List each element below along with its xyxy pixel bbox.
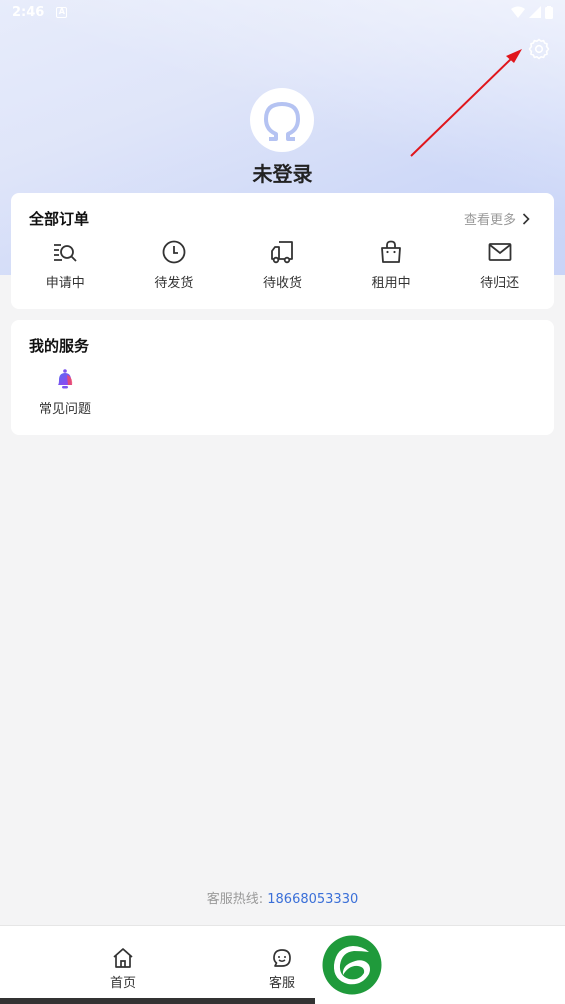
bottom-tab-bar: 首页 客服 [0, 925, 565, 1004]
order-status-label: 待归还 [480, 276, 520, 291]
order-status-label: 待收货 [262, 276, 302, 291]
service-hotline: 客服热线: 18668053330 [0, 888, 565, 907]
order-status-label: 待发货 [154, 276, 194, 291]
bag-icon [381, 240, 401, 263]
status-time: 2:46 [12, 4, 45, 20]
bell-icon [58, 369, 73, 389]
tab-home[interactable]: 首页 [93, 946, 153, 991]
order-status-to-return[interactable]: 待归还 [445, 239, 554, 291]
hotline-number[interactable]: 18668053330 [267, 892, 358, 907]
order-status-renting[interactable]: 租用中 [337, 239, 446, 291]
chevron-right-icon [522, 212, 530, 225]
service-faq[interactable]: 常见问题 [35, 368, 95, 417]
home-indicator-bar [0, 998, 315, 1004]
tab-home-label: 首页 [109, 976, 136, 991]
status-icons [511, 5, 553, 19]
gear-icon [528, 38, 550, 60]
home-icon [113, 948, 133, 968]
view-more-label: 查看更多 [463, 213, 516, 228]
hotline-label: 客服热线: [206, 892, 264, 907]
username[interactable]: 未登录 [0, 158, 565, 187]
list-search-icon [54, 244, 77, 262]
order-status-list: 申请中 待发货 待收货 租用中 待归还 [11, 239, 554, 291]
notification-icon: A [56, 6, 68, 18]
orders-title: 全部订单 [29, 210, 90, 228]
signal-icon [529, 6, 541, 18]
service-faq-label: 常见问题 [38, 402, 91, 417]
app-logo[interactable] [322, 935, 382, 995]
tab-customer-service[interactable]: 客服 [252, 946, 312, 991]
status-bar: 2:46 A [0, 0, 565, 24]
order-status-label: 租用中 [371, 276, 411, 291]
order-status-to-receive[interactable]: 待收货 [228, 239, 337, 291]
mail-icon [488, 243, 512, 261]
wifi-icon [511, 6, 525, 18]
order-status-label: 申请中 [45, 276, 85, 291]
truck-icon [271, 241, 294, 264]
clock-icon [162, 240, 186, 264]
view-more-link[interactable]: 查看更多 [464, 209, 530, 228]
battery-icon [545, 5, 553, 19]
order-status-to-ship[interactable]: 待发货 [120, 239, 229, 291]
avatar[interactable] [250, 88, 314, 152]
user-icon [264, 102, 300, 141]
order-status-applying[interactable]: 申请中 [11, 239, 120, 291]
services-title: 我的服务 [29, 337, 90, 355]
orders-card: 全部订单 查看更多 申请中 待发货 待收货 租用中 待归还 [11, 193, 554, 309]
tab-customer-service-label: 客服 [268, 976, 295, 991]
support-icon [273, 949, 291, 967]
services-card: 我的服务 常见问题 [11, 320, 554, 435]
settings-button[interactable] [527, 37, 551, 61]
